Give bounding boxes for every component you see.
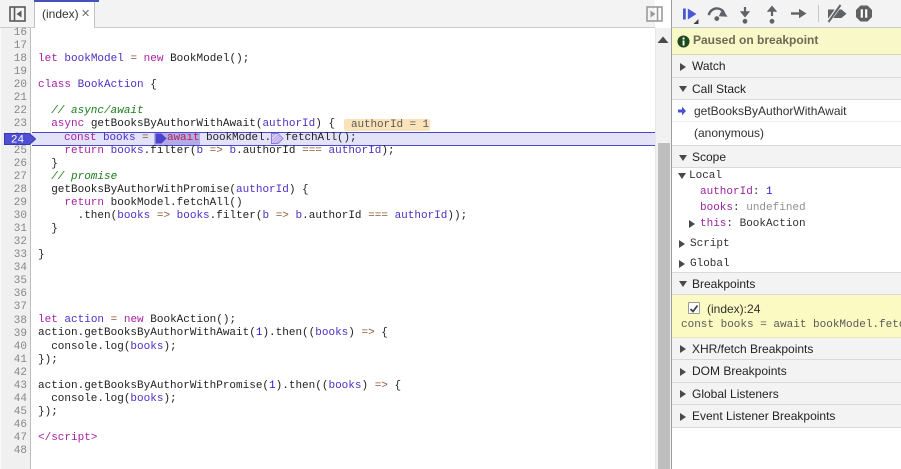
svg-text:24: 24 [11, 134, 25, 145]
